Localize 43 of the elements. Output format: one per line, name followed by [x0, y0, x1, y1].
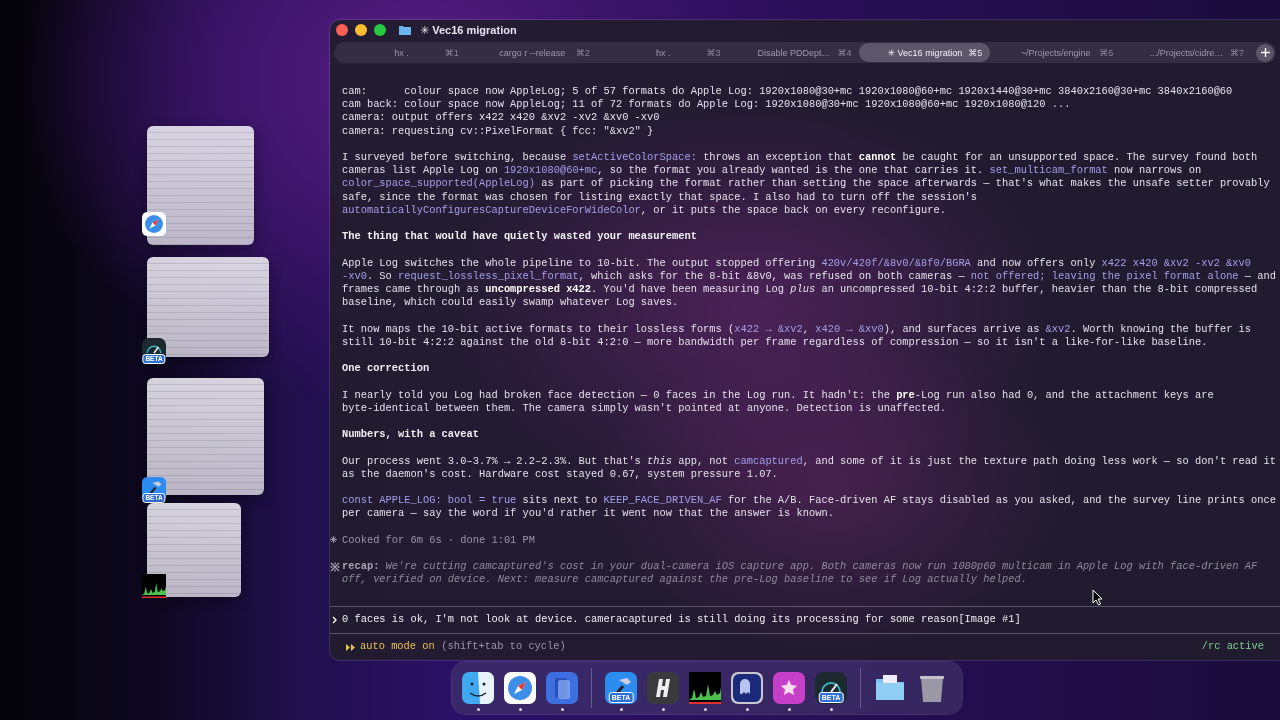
- new-tab-button[interactable]: [1256, 43, 1274, 62]
- graph-icon[interactable]: [142, 574, 166, 598]
- tab[interactable]: cargo r --release ⌘2: [466, 43, 598, 62]
- message-paragraph: I nearly told you Log had broken face detection — 0 faces in the Log run. It hadn't: the pre-Log run also had 0, and the attachment keys are byte-identical between them. The camera simply wasn't pointed at anyone. Detection is unaffected.: [341, 388, 1215, 415]
- mouse-pointer-icon: [1092, 589, 1104, 606]
- section-heading: One correction: [341, 362, 431, 376]
- window-title: ✳ Vec16 migration: [420, 23, 517, 37]
- chevron-icon: [332, 616, 337, 624]
- double-play-icon: [346, 643, 356, 651]
- prompt-input[interactable]: 0 faces is ok, I'm not look at device. cameracaptured is still doing its processing for some reason[Image #1]: [342, 613, 1021, 627]
- window-thumbnail[interactable]: [147, 378, 264, 495]
- section-heading: Numbers, with a caveat: [341, 428, 480, 442]
- status-text: Cooked for 6m 6s · done 1:01 PM: [342, 533, 535, 547]
- tab[interactable]: ✳ Vec16 migration ⌘5: [859, 43, 991, 62]
- log-line: camera: output offers x422 x420 &xv2 -xv2 &xv0 -xv0: [342, 111, 661, 125]
- plus-icon: [1260, 48, 1270, 57]
- asterisk-icon: [330, 535, 337, 543]
- tab[interactable]: hx . ⌘3: [597, 43, 729, 62]
- window-thumbnail[interactable]: [147, 126, 254, 245]
- minimize-button[interactable]: [355, 24, 367, 36]
- log-line: cam back: colour space now AppleLog; 11 of 72 formats do Apple Log: 1920x1080@30+mc 1920x1080@60+mc 1920x1080@120 ...: [342, 98, 1072, 112]
- tab[interactable]: ~/Projects/engine ⌘6: [990, 43, 1122, 62]
- recap-text: recap: We're cutting camcaptured's cost in your dual-camera iOS capture app. Both cameras now run 1080p60 multicam in Apple Log with face-driven AF off, verified on device. Next: measure camcaptured against the pre-Log baseline to see if Log actually helped.: [342, 560, 1258, 587]
- reference-mark-icon: [330, 562, 340, 573]
- log-line: cam: colour space now AppleLog; 5 of 57 formats do Apple Log: 1920x1080@30+mc 1920x1080@60+mc 1920x1440@30+mc 3840x2160@30+mc 3840x2160@60: [342, 85, 1234, 99]
- message-paragraph: It now maps the 10-bit active formats to their lossless forms (x422 → &xv2, x420 → &xv0), and surfaces arrive as &xv2. Worth knowing the buffer is still 10-bit 4:2:2 against the old 8-bit 4:2:0 — more bandwidth per frame regardless of compression — so it isn't a like-for-like baseline.: [341, 322, 1253, 349]
- tab[interactable]: Disable PDDept… ⌘4: [728, 43, 860, 62]
- message-paragraph: Our process went 3.0–3.7% → 2.2–2.3%. But that's this app, not camcaptured, and some of it is just the texture path doing less work — so don't read it as the daemon's cost. Hardware cost stayed 0.67, system pressure 1.07.: [341, 454, 1277, 481]
- close-button[interactable]: [336, 24, 348, 36]
- message-paragraph: const APPLE_LOG: bool = true sits next to KEEP_FACE_DRIVEN_AF for the A/B. Face-driven AF stays disabled as you asked, and the survey line prints once per camera — say the word if you'd rather it went now that the answer is known.: [341, 494, 1277, 521]
- section-heading: The thing that would have quietly wasted your measurement: [341, 230, 698, 244]
- status-indicator: /rc active: [1201, 640, 1264, 654]
- message-paragraph: Apple Log switches the whole pipeline to 10-bit. The output stopped offering 420v/420f/&8v0/&8f0/BGRA and now offers only x422 x420 &xv2 -xv2 &xv0 -xv0. So request_lossless_pixel_format, which asks for the 8-bit &8v0, was refused on both cameras — not offered; leaving the pixel format alone — and frames came through as uncompressed x422. You'd have been measuring Log plus an uncompressed 10-bit 4:2:2 buffer, heavier than the 8-bit compressed baseline, which could easily swamp whatever Log saves.: [341, 256, 1277, 310]
- tab[interactable]: hx . ⌘1: [336, 43, 467, 62]
- window-thumbnail[interactable]: [147, 257, 269, 357]
- message-paragraph: I surveyed before switching, because setActiveColorSpace: throws an exception that cannot be caught for an unsupported space. The survey found both cameras list Apple Log on 1920x1080@60+mc, so the format you already wanted is the one that carries it. set_multicam_format now narrows on color_space_supported(AppleLog) as part of picking the format rather than setting the space afterwards — that's what makes the unsafe setter provably safe, since the format was chosen for listing exactly that space. I also had to turn off the session's automaticallyConfiguresCaptureDeviceForWideColor, or it puts the space back on every reconfigure.: [341, 151, 1271, 217]
- window-thumbnail[interactable]: [147, 503, 241, 597]
- zoom-button[interactable]: [374, 24, 386, 36]
- mode-indicator: auto mode on: [360, 640, 435, 654]
- log-line: camera: requesting cv::PixelFormat { fcc: "&xv2" }: [342, 124, 655, 138]
- folder-icon: [399, 25, 411, 35]
- shortcut-hint: (shift+tab to cycle): [441, 640, 566, 654]
- tab[interactable]: .../Projects/cidre… ⌘7: [1121, 43, 1252, 62]
